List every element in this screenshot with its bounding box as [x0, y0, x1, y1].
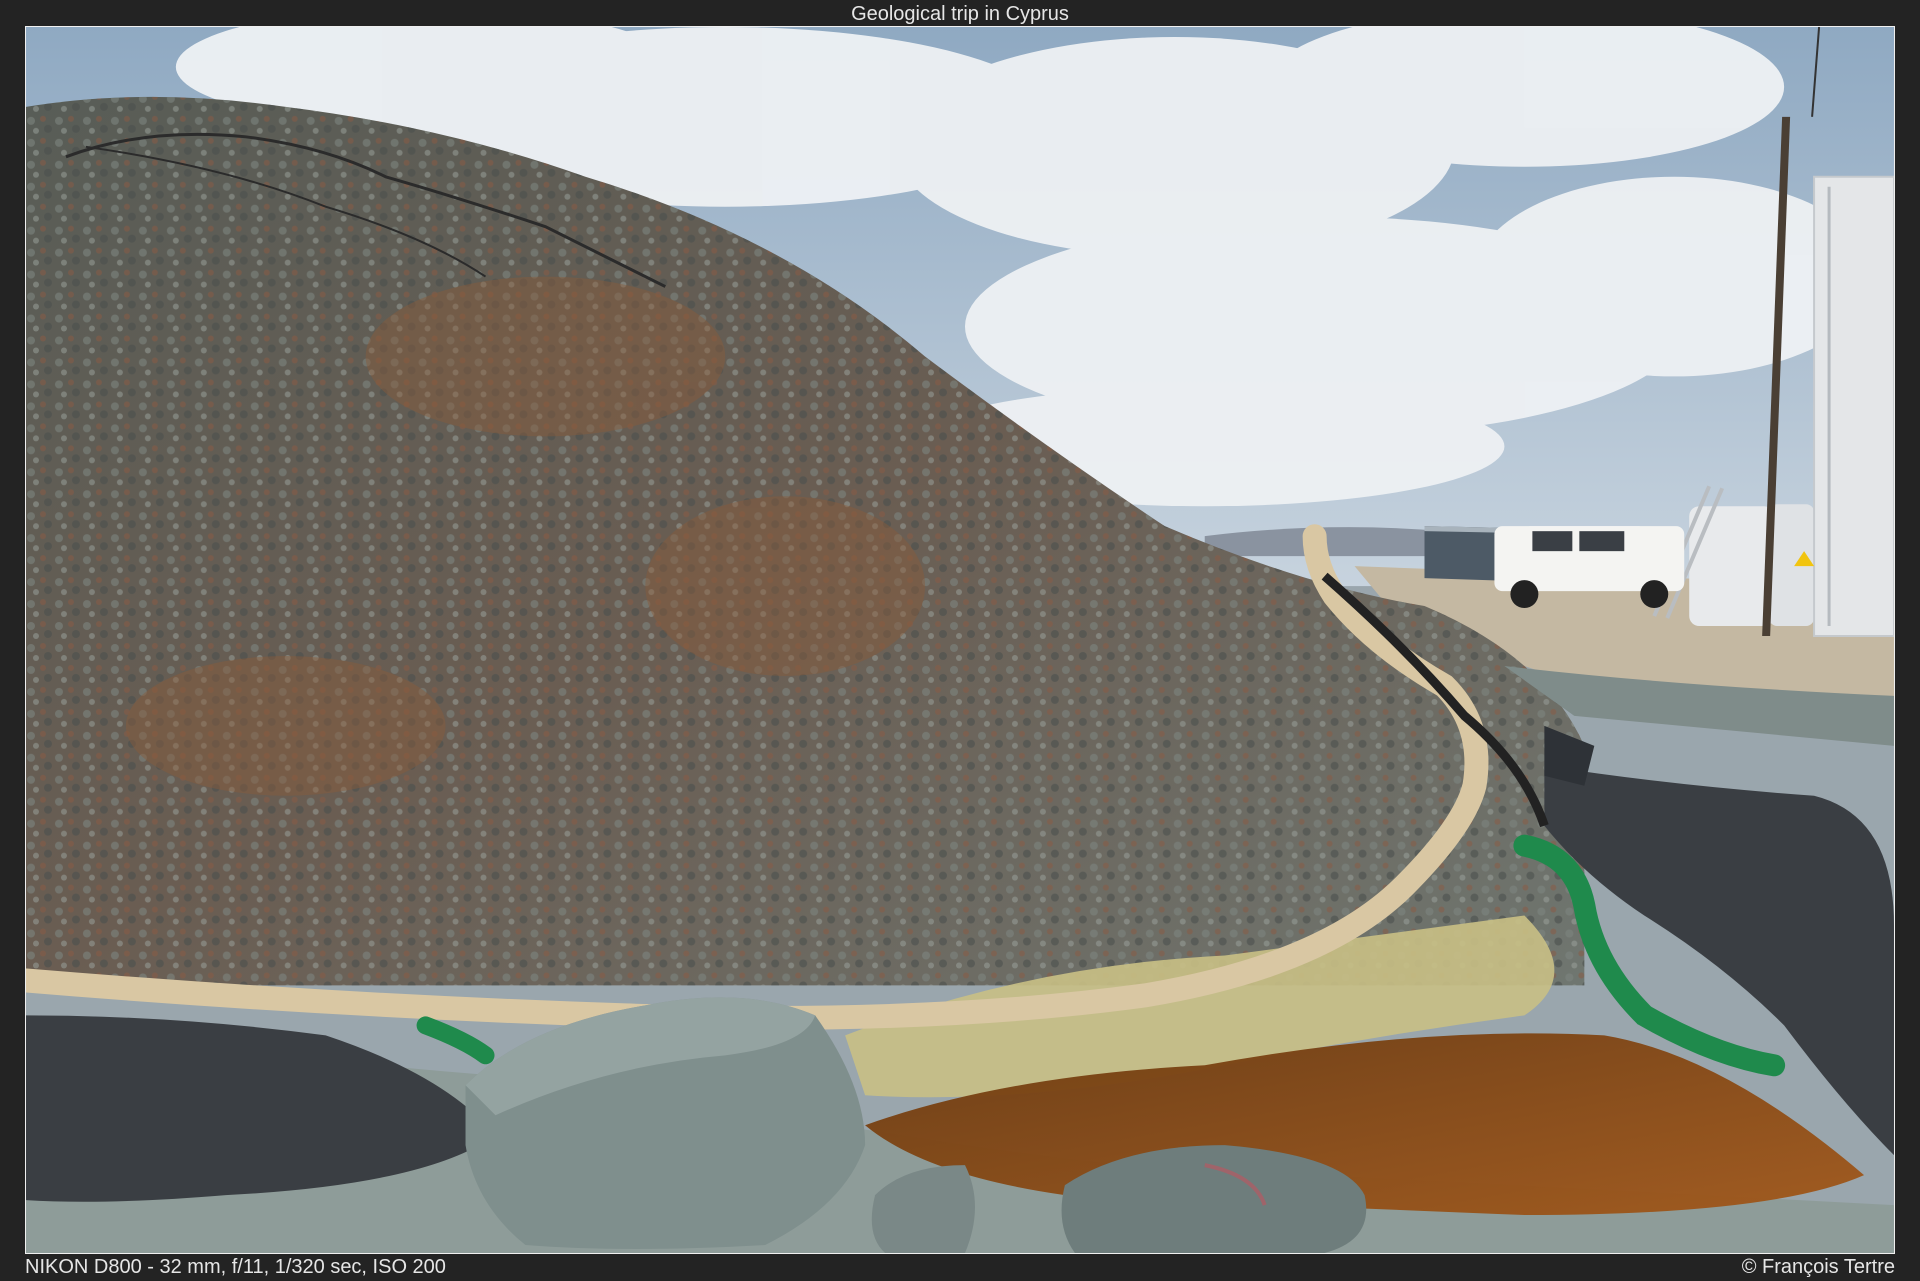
photograph: [25, 26, 1895, 1254]
camera-exif: NIKON D800 - 32 mm, f/11, 1/320 sec, ISO…: [25, 1256, 446, 1278]
copyright-notice: © François Tertre: [1741, 1256, 1895, 1278]
photo-title: Geological trip in Cyprus: [851, 3, 1069, 25]
photo-scene: [26, 27, 1894, 1253]
